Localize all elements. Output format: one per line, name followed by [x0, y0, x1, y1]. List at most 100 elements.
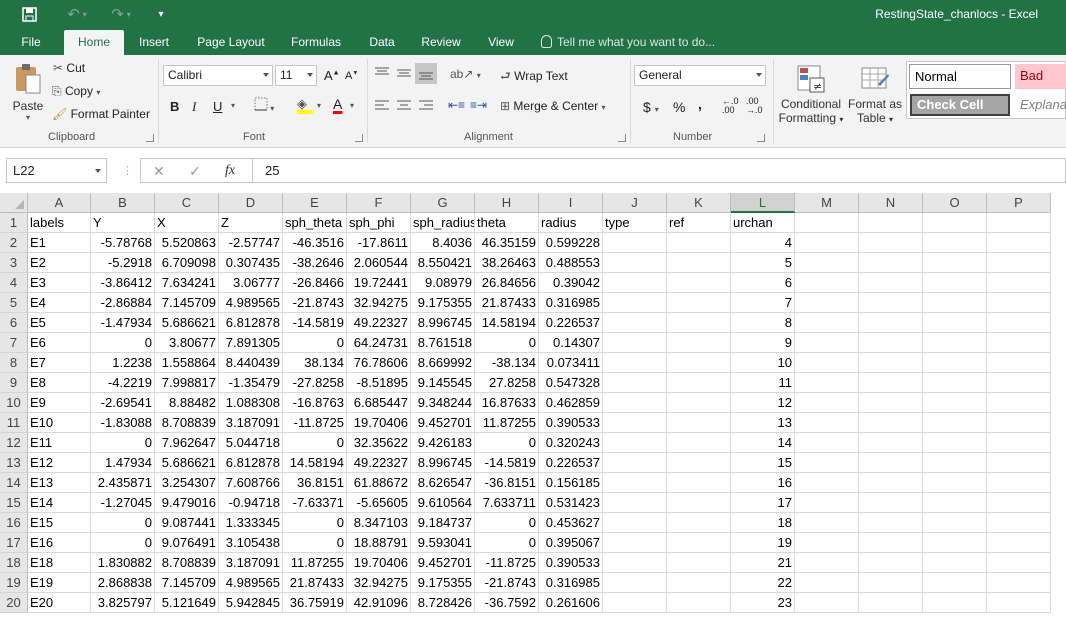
cell-a9[interactable]: E8: [28, 373, 91, 393]
row-header[interactable]: 3: [0, 253, 28, 273]
cell-k5[interactable]: [667, 293, 731, 313]
cell-d8[interactable]: 8.440439: [219, 353, 283, 373]
cell-g10[interactable]: 9.348244: [411, 393, 475, 413]
cell-o17[interactable]: [923, 533, 987, 553]
cell-f7[interactable]: 64.24731: [347, 333, 411, 353]
decrease-indent-button[interactable]: ⇤≡: [448, 98, 465, 112]
cell-k4[interactable]: [667, 273, 731, 293]
row-header[interactable]: 8: [0, 353, 28, 373]
cell-p7[interactable]: [987, 333, 1051, 353]
cell-d12[interactable]: 5.044718: [219, 433, 283, 453]
cell-a20[interactable]: E20: [28, 593, 91, 613]
cell-j5[interactable]: [603, 293, 667, 313]
comma-button[interactable]: ,: [698, 96, 702, 112]
format-painter-button[interactable]: 🖌 Format Painter: [52, 107, 150, 121]
cell-n10[interactable]: [859, 393, 923, 413]
cell-p13[interactable]: [987, 453, 1051, 473]
enter-icon[interactable]: ✓: [189, 163, 201, 180]
row-header[interactable]: 2: [0, 233, 28, 253]
cell-c20[interactable]: 5.121649: [155, 593, 219, 613]
cell-l6[interactable]: 8: [731, 313, 795, 333]
cell-p8[interactable]: [987, 353, 1051, 373]
cell-g6[interactable]: 8.996745: [411, 313, 475, 333]
cell-f14[interactable]: 61.88672: [347, 473, 411, 493]
row-header[interactable]: 5: [0, 293, 28, 313]
cell-e7[interactable]: 0: [283, 333, 347, 353]
cell-j17[interactable]: [603, 533, 667, 553]
align-right-button[interactable]: [418, 99, 434, 114]
cell-m4[interactable]: [795, 273, 859, 293]
cell-l10[interactable]: 12: [731, 393, 795, 413]
cell-i3[interactable]: 0.488553: [539, 253, 603, 273]
cell-g18[interactable]: 9.452701: [411, 553, 475, 573]
cell-f11[interactable]: 19.70406: [347, 413, 411, 433]
grow-font-button[interactable]: A▲: [324, 68, 340, 83]
cell-d18[interactable]: 3.187091: [219, 553, 283, 573]
cell-i20[interactable]: 0.261606: [539, 593, 603, 613]
cell-m2[interactable]: [795, 233, 859, 253]
cell-a18[interactable]: E18: [28, 553, 91, 573]
cell-j14[interactable]: [603, 473, 667, 493]
cell-f6[interactable]: 49.22327: [347, 313, 411, 333]
cell-e13[interactable]: 14.58194: [283, 453, 347, 473]
cell-d2[interactable]: -2.57747: [219, 233, 283, 253]
cell-h9[interactable]: 27.8258: [475, 373, 539, 393]
column-header-n[interactable]: N: [859, 193, 923, 213]
column-header-l[interactable]: L: [731, 193, 795, 213]
cell-b10[interactable]: -2.69541: [91, 393, 155, 413]
cell-f2[interactable]: -17.8611: [347, 233, 411, 253]
cell-i8[interactable]: 0.073411: [539, 353, 603, 373]
italic-button[interactable]: I: [192, 99, 196, 115]
number-launcher-icon[interactable]: [757, 134, 765, 142]
cell-m12[interactable]: [795, 433, 859, 453]
cell-p12[interactable]: [987, 433, 1051, 453]
cell-m16[interactable]: [795, 513, 859, 533]
cell-c19[interactable]: 7.145709: [155, 573, 219, 593]
cell-i15[interactable]: 0.531423: [539, 493, 603, 513]
currency-button[interactable]: $ ▾: [643, 99, 659, 115]
undo-icon[interactable]: ↶ ▾: [60, 4, 94, 24]
cell-k15[interactable]: [667, 493, 731, 513]
cell-a17[interactable]: E16: [28, 533, 91, 553]
bottom-align-button[interactable]: [415, 63, 437, 84]
cell-d11[interactable]: 3.187091: [219, 413, 283, 433]
cell-b5[interactable]: -2.86884: [91, 293, 155, 313]
cell-l2[interactable]: 4: [731, 233, 795, 253]
cell-n19[interactable]: [859, 573, 923, 593]
cell-m7[interactable]: [795, 333, 859, 353]
cell-g8[interactable]: 8.669992: [411, 353, 475, 373]
cell-a7[interactable]: E6: [28, 333, 91, 353]
cell-l16[interactable]: 18: [731, 513, 795, 533]
cell-l3[interactable]: 5: [731, 253, 795, 273]
cell-n7[interactable]: [859, 333, 923, 353]
cell-g1[interactable]: sph_radius: [411, 213, 475, 233]
cell-l1[interactable]: urchan: [731, 213, 795, 233]
cell-e4[interactable]: -26.8466: [283, 273, 347, 293]
cell-k18[interactable]: [667, 553, 731, 573]
cell-d17[interactable]: 3.105438: [219, 533, 283, 553]
style-normal[interactable]: Normal: [909, 64, 1011, 89]
cell-j3[interactable]: [603, 253, 667, 273]
cell-h10[interactable]: 16.87633: [475, 393, 539, 413]
cell-f10[interactable]: 6.685447: [347, 393, 411, 413]
cell-f9[interactable]: -8.51895: [347, 373, 411, 393]
cell-h15[interactable]: 7.633711: [475, 493, 539, 513]
cell-l9[interactable]: 11: [731, 373, 795, 393]
cell-j7[interactable]: [603, 333, 667, 353]
cell-b4[interactable]: -3.86412: [91, 273, 155, 293]
cell-i5[interactable]: 0.316985: [539, 293, 603, 313]
fill-color-button[interactable]: ◈: [297, 96, 313, 114]
cell-b16[interactable]: 0: [91, 513, 155, 533]
cell-n1[interactable]: [859, 213, 923, 233]
cell-c13[interactable]: 5.686621: [155, 453, 219, 473]
tab-data[interactable]: Data: [362, 30, 402, 55]
cell-a19[interactable]: E19: [28, 573, 91, 593]
cell-m1[interactable]: [795, 213, 859, 233]
cell-b18[interactable]: 1.830882: [91, 553, 155, 573]
cell-b19[interactable]: 2.868838: [91, 573, 155, 593]
cell-f16[interactable]: 8.347103: [347, 513, 411, 533]
cell-k12[interactable]: [667, 433, 731, 453]
cell-l20[interactable]: 23: [731, 593, 795, 613]
cell-p2[interactable]: [987, 233, 1051, 253]
style-bad[interactable]: Bad: [1015, 64, 1066, 89]
